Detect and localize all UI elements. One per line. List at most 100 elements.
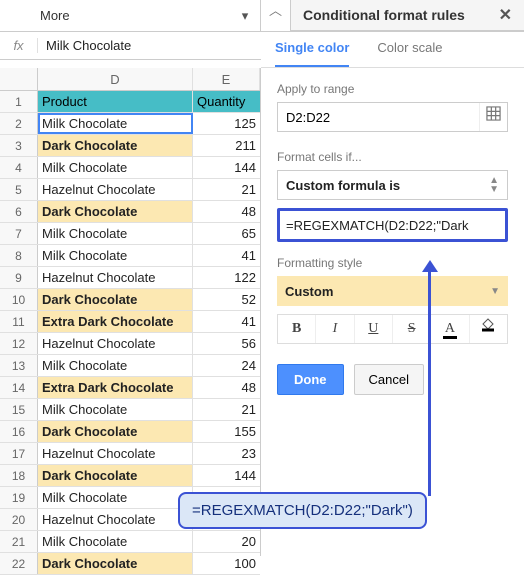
row-header[interactable]: 18 — [0, 465, 38, 486]
cell[interactable]: 20 — [193, 531, 260, 552]
row-header[interactable]: 3 — [0, 135, 38, 156]
format-toolbar: B I U S A — [277, 314, 508, 344]
cell[interactable]: 144 — [193, 465, 260, 486]
table-row: 17Hazelnut Chocolate23 — [0, 443, 260, 465]
cell[interactable]: 144 — [193, 157, 260, 178]
row-header[interactable]: 15 — [0, 399, 38, 420]
cell[interactable]: 155 — [193, 421, 260, 442]
cell[interactable]: 48 — [193, 201, 260, 222]
row-header[interactable]: 1 — [0, 91, 38, 112]
table-row: 8Milk Chocolate41 — [0, 245, 260, 267]
range-input[interactable] — [278, 110, 479, 125]
cell[interactable]: 21 — [193, 399, 260, 420]
italic-button[interactable]: I — [315, 315, 353, 343]
select-range-icon[interactable] — [479, 103, 507, 131]
cell[interactable]: Dark Chocolate — [38, 135, 193, 156]
cell[interactable]: 65 — [193, 223, 260, 244]
col-header-e[interactable]: E — [193, 68, 260, 90]
row-header[interactable]: 22 — [0, 553, 38, 574]
cell[interactable]: Product — [38, 91, 193, 112]
cell[interactable]: Hazelnut Chocolate — [38, 443, 193, 464]
cancel-button[interactable]: Cancel — [354, 364, 424, 395]
row-header[interactable]: 16 — [0, 421, 38, 442]
row-header[interactable]: 19 — [0, 487, 38, 508]
cell[interactable]: 211 — [193, 135, 260, 156]
cell[interactable]: Milk Chocolate — [38, 157, 193, 178]
formula-bar[interactable]: Milk Chocolate — [38, 38, 131, 53]
table-row: 21Milk Chocolate20 — [0, 531, 260, 553]
formula-input[interactable]: =REGEXMATCH(D2:D22;"Dark — [277, 208, 508, 242]
row-header[interactable]: 5 — [0, 179, 38, 200]
cell[interactable]: 125 — [193, 113, 260, 134]
bold-button[interactable]: B — [278, 315, 315, 343]
updown-icon: ▲▼ — [489, 176, 499, 194]
cell[interactable]: Extra Dark Chocolate — [38, 377, 193, 398]
cell[interactable]: 41 — [193, 245, 260, 266]
done-button[interactable]: Done — [277, 364, 344, 395]
row-header[interactable]: 2 — [0, 113, 38, 134]
row-header[interactable]: 11 — [0, 311, 38, 332]
cell[interactable]: 21 — [193, 179, 260, 200]
cell[interactable]: 122 — [193, 267, 260, 288]
cell[interactable]: 52 — [193, 289, 260, 310]
cell[interactable]: 56 — [193, 333, 260, 354]
row-header[interactable]: 7 — [0, 223, 38, 244]
strike-button[interactable]: S — [392, 315, 430, 343]
style-select[interactable]: Custom ▼ — [277, 276, 508, 306]
row-header[interactable]: 9 — [0, 267, 38, 288]
row-header[interactable]: 21 — [0, 531, 38, 552]
row-header[interactable]: 13 — [0, 355, 38, 376]
row-header[interactable]: 8 — [0, 245, 38, 266]
tab-single-color[interactable]: Single color — [275, 40, 349, 67]
row-header[interactable]: 20 — [0, 509, 38, 530]
row-header[interactable]: 12 — [0, 333, 38, 354]
style-label: Formatting style — [277, 256, 508, 270]
cell[interactable]: Milk Chocolate — [38, 223, 193, 244]
cell[interactable]: Dark Chocolate — [38, 289, 193, 310]
cell[interactable]: 24 — [193, 355, 260, 376]
table-row: 1ProductQuantity — [0, 91, 260, 113]
callout-arrowhead — [422, 260, 438, 272]
cell[interactable]: Dark Chocolate — [38, 465, 193, 486]
cell[interactable]: Milk Chocolate — [38, 113, 193, 134]
underline-button[interactable]: U — [354, 315, 392, 343]
cell[interactable]: Hazelnut Chocolate — [38, 179, 193, 200]
table-row: 15Milk Chocolate21 — [0, 399, 260, 421]
formula-text: =REGEXMATCH(D2:D22;"Dark — [286, 218, 468, 233]
cell[interactable]: Dark Chocolate — [38, 421, 193, 442]
cell[interactable]: 23 — [193, 443, 260, 464]
fill-color-button[interactable] — [469, 315, 507, 343]
tab-color-scale[interactable]: Color scale — [377, 40, 442, 67]
cell[interactable]: 41 — [193, 311, 260, 332]
cell[interactable]: Hazelnut Chocolate — [38, 509, 193, 530]
cell[interactable]: Extra Dark Chocolate — [38, 311, 193, 332]
more-menu[interactable]: More — [40, 2, 230, 29]
cell[interactable]: Hazelnut Chocolate — [38, 333, 193, 354]
cell[interactable]: 100 — [193, 553, 260, 574]
cell[interactable]: Milk Chocolate — [38, 355, 193, 376]
cell[interactable]: Milk Chocolate — [38, 487, 193, 508]
col-header-d[interactable]: D — [38, 68, 193, 90]
cell[interactable]: Dark Chocolate — [38, 553, 193, 574]
cell[interactable]: 48 — [193, 377, 260, 398]
row-header[interactable]: 6 — [0, 201, 38, 222]
table-row: 2Milk Chocolate125 — [0, 113, 260, 135]
cell[interactable]: Milk Chocolate — [38, 399, 193, 420]
cell[interactable]: Milk Chocolate — [38, 531, 193, 552]
text-color-button[interactable]: A — [430, 315, 468, 343]
condition-select[interactable]: Custom formula is ▲▼ — [277, 170, 508, 200]
panel-title: Conditional format rules — [303, 7, 465, 23]
cell[interactable]: Dark Chocolate — [38, 201, 193, 222]
row-header[interactable]: 10 — [0, 289, 38, 310]
cell[interactable]: Quantity — [193, 91, 260, 112]
table-row: 12Hazelnut Chocolate56 — [0, 333, 260, 355]
row-header[interactable]: 17 — [0, 443, 38, 464]
cell[interactable]: Milk Chocolate — [38, 245, 193, 266]
select-all-cell[interactable] — [0, 68, 38, 90]
row-header[interactable]: 14 — [0, 377, 38, 398]
table-row: 6Dark Chocolate48 — [0, 201, 260, 223]
cell[interactable]: Hazelnut Chocolate — [38, 267, 193, 288]
chevron-up-icon[interactable]: ︿ — [261, 0, 291, 31]
row-header[interactable]: 4 — [0, 157, 38, 178]
close-icon[interactable]: ✕ — [499, 5, 512, 25]
